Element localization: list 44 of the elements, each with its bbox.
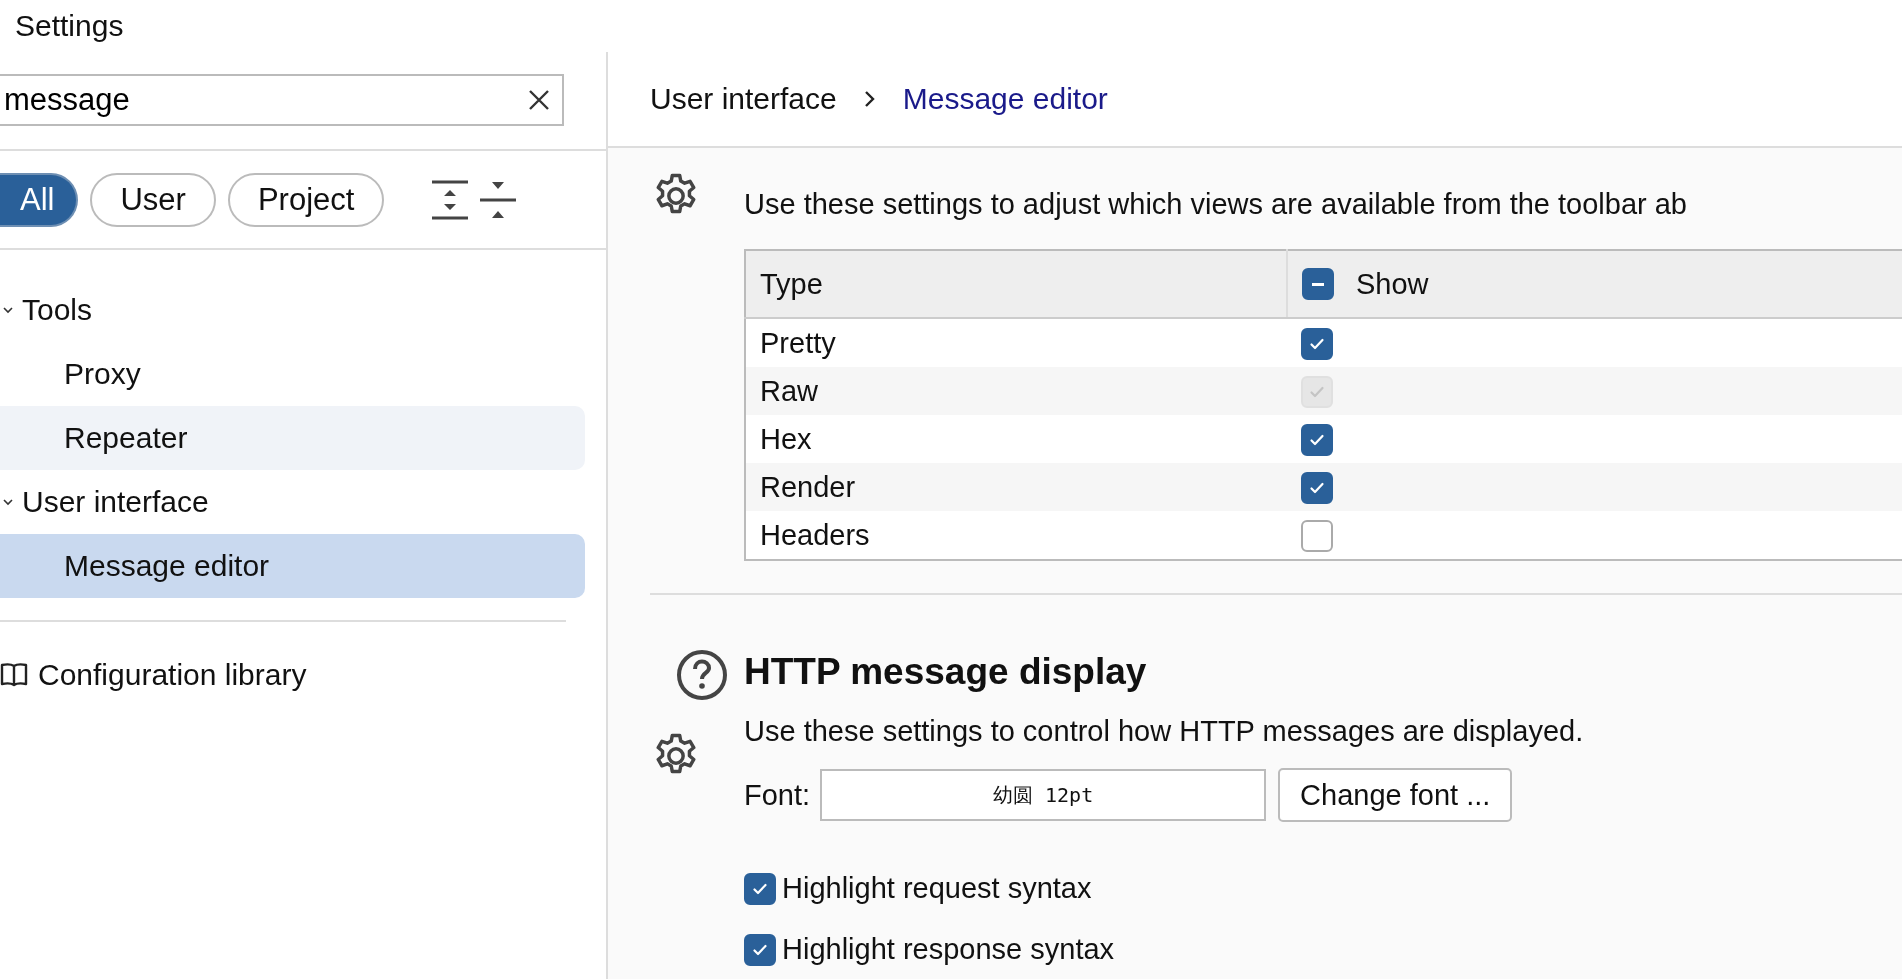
tree-item[interactable]: Message editor (0, 534, 585, 598)
checkbox[interactable] (744, 872, 776, 905)
chevron-icon (862, 89, 877, 109)
checkbox[interactable] (1302, 268, 1334, 300)
close-icon[interactable] (528, 89, 550, 111)
option-label: Highlight request syntax (782, 872, 1092, 905)
table-cell: Headers (745, 511, 1287, 560)
breadcrumb-item[interactable]: Message editor (902, 82, 1108, 116)
expand-all-icon[interactable] (432, 179, 469, 220)
collapse-all-icon[interactable] (480, 179, 517, 220)
book-icon (0, 662, 28, 688)
checkbox[interactable] (744, 933, 776, 966)
font-label: Font: (744, 778, 811, 812)
filter-tab[interactable]: Project (227, 172, 385, 227)
table-cell: Pretty (745, 318, 1287, 367)
font-field: 幼圆 12pt (820, 769, 1267, 821)
table-cell: Render (745, 463, 1287, 511)
tree-group[interactable]: User interface (22, 485, 209, 519)
section-title: HTTP message display (744, 651, 1148, 693)
checkbox[interactable] (1301, 520, 1333, 553)
search-field[interactable]: message (0, 74, 564, 126)
help-icon[interactable] (676, 649, 728, 701)
tree-group[interactable]: Tools (22, 293, 93, 327)
column-header: Show (1356, 267, 1429, 301)
window-title: Settings (15, 9, 124, 43)
section-description: Use these settings to control how HTTP messages are displayed. (744, 715, 1585, 748)
chevron-icon[interactable] (2, 496, 14, 508)
checkbox[interactable] (1301, 328, 1333, 361)
checkbox[interactable] (1301, 424, 1333, 457)
breadcrumb-item[interactable]: User interface (650, 82, 837, 116)
tree-item[interactable]: Proxy (0, 342, 585, 406)
library-link[interactable]: Configuration library (38, 658, 307, 692)
table-cell: Hex (745, 415, 1287, 463)
filter-tab[interactable]: All (0, 172, 79, 227)
filter-tab[interactable]: User (90, 172, 216, 227)
checkbox[interactable] (1301, 472, 1333, 505)
column-header: Type (745, 250, 1287, 318)
tree-item[interactable]: Repeater (0, 406, 585, 470)
table-cell: Raw (745, 367, 1287, 415)
change-font-button[interactable]: Change font ... (1278, 768, 1513, 822)
option-label: Highlight response syntax (782, 933, 1115, 966)
minus-icon (1312, 282, 1324, 286)
chevron-icon[interactable] (2, 304, 14, 316)
section-description: Use these settings to adjust which views are available from the toolbar ab (744, 188, 1688, 221)
